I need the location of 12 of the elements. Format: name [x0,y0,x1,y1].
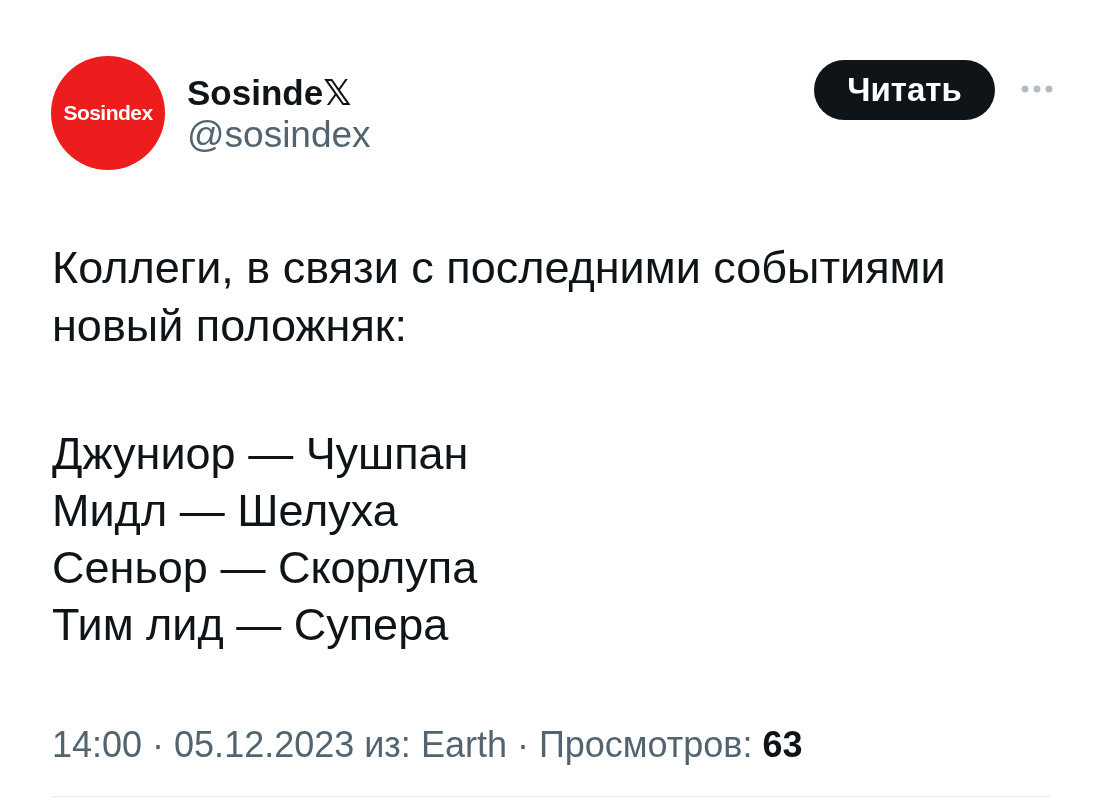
tweet-text-line: Тим лид — Супера [52,598,449,652]
logo-avatar[interactable]: Sosindex [51,56,165,170]
tweet-text-line: Джуниор — Чушпан [52,427,469,481]
tweet-intro-text: Коллеги, в связи с последними событиями новый положняк: [52,241,947,353]
author-name[interactable]: Sosinde𝕏 [187,72,352,114]
more-icon[interactable] [1021,85,1053,93]
tweet-text-line: Сеньор — Скорлупа [52,541,478,595]
author-handle[interactable]: @sosindex [187,114,371,156]
read-button[interactable]: Читать [814,60,995,120]
logo-text: Sosindex [63,100,153,127]
tweet-text-line: Мидл — Шелуха [52,484,398,538]
tweet-meta: 14:00 · 05.12.2023 из: Earth · Просмотров: 63 [52,725,803,765]
